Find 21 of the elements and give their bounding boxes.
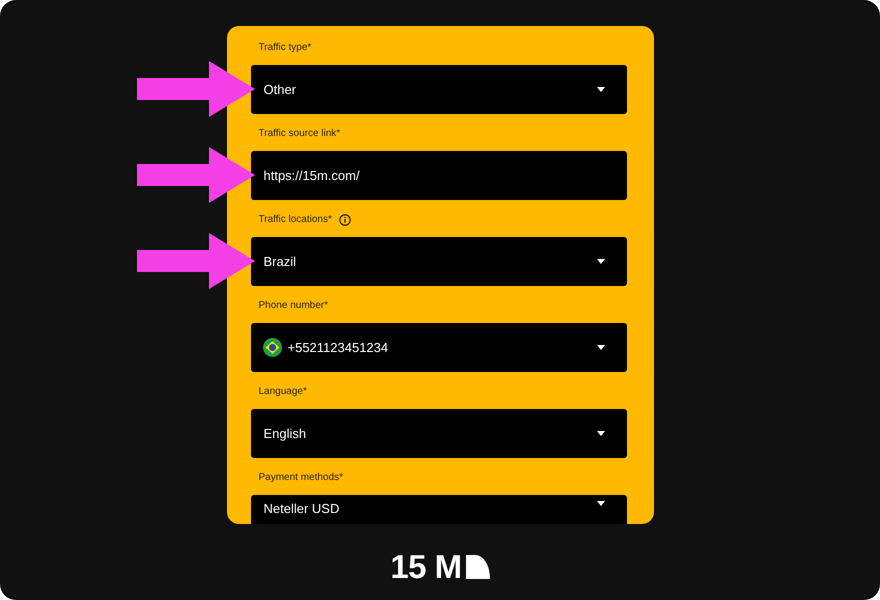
text-input[interactable]: https://15m.com/ bbox=[250, 151, 626, 200]
field-label: Phone number* bbox=[258, 300, 328, 312]
logo-shape-icon bbox=[466, 555, 490, 579]
field-label: Traffic type* bbox=[258, 42, 312, 54]
field-label: Payment methods* bbox=[258, 472, 343, 484]
dropdown-caret-icon bbox=[596, 345, 604, 350]
field-label: Language* bbox=[258, 386, 307, 398]
field-label: Traffic source link* bbox=[258, 128, 340, 140]
dropdown-caret-icon bbox=[596, 87, 604, 92]
dropdown-caret-icon bbox=[596, 501, 604, 506]
select-field[interactable]: Other bbox=[250, 65, 626, 114]
info-icon[interactable] bbox=[338, 214, 351, 226]
field-label: Traffic locations* bbox=[258, 214, 332, 226]
logo-text: 15 M bbox=[390, 550, 462, 584]
dropdown-caret-icon bbox=[596, 431, 604, 436]
dropdown-caret-icon bbox=[596, 259, 604, 264]
phone-select-field[interactable]: +5521123451234 bbox=[250, 323, 626, 372]
flag-icon bbox=[262, 338, 282, 357]
select-field[interactable]: English bbox=[250, 409, 626, 458]
select-field[interactable]: Brazil bbox=[250, 237, 626, 286]
select-field[interactable]: Neteller USD bbox=[250, 495, 626, 524]
